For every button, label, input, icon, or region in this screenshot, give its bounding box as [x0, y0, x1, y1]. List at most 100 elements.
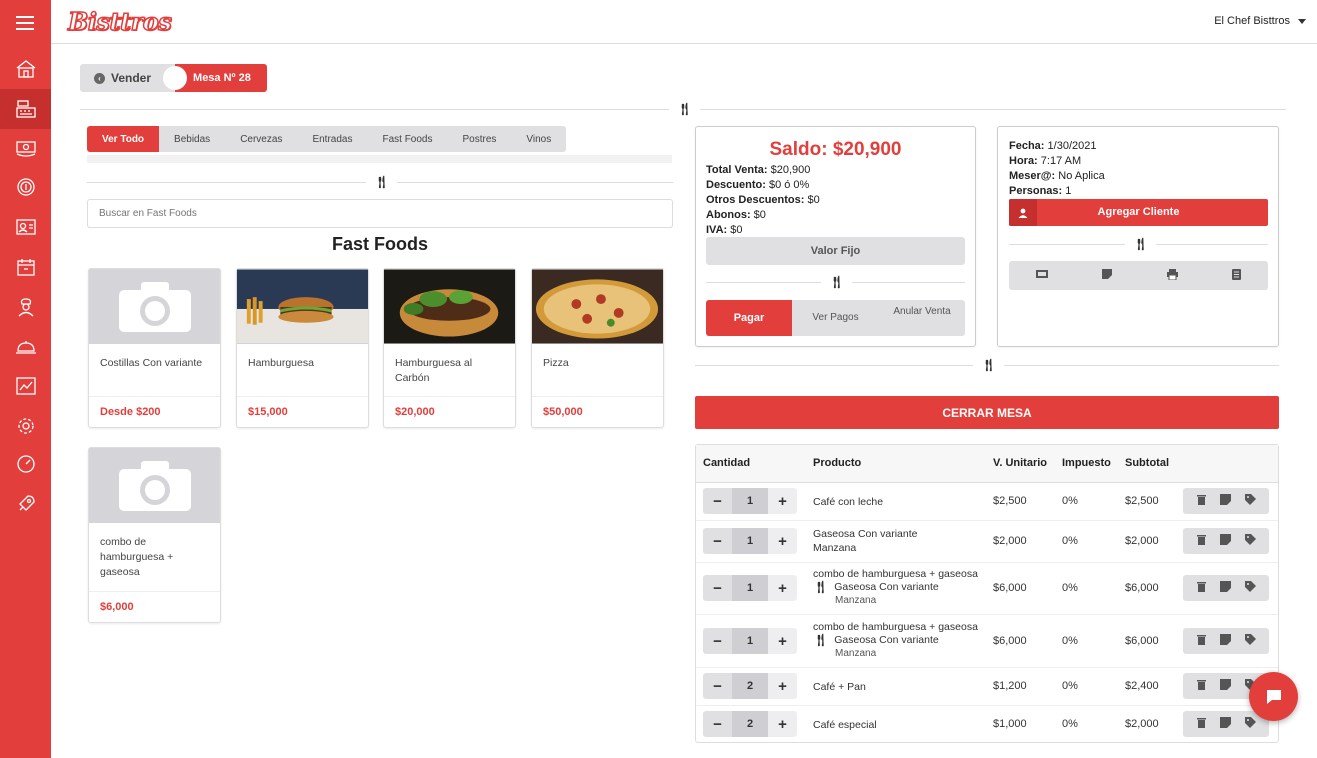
increase-button[interactable]: + [768, 528, 797, 554]
anular-venta-button[interactable]: Anular Venta [879, 300, 965, 336]
fecha-label: Fecha: [1009, 140, 1045, 152]
decrease-button[interactable]: − [703, 575, 732, 601]
quantity-value[interactable]: 1 [732, 575, 768, 601]
decrease-button[interactable]: − [703, 711, 732, 737]
increase-button[interactable]: + [768, 628, 797, 654]
coins-icon[interactable] [0, 167, 51, 207]
sub-item-variant: Manzana [835, 648, 877, 659]
note-icon[interactable] [1220, 494, 1232, 508]
quantity-value[interactable]: 2 [732, 711, 768, 737]
utensils-icon: 🍴︎ [1125, 238, 1157, 250]
valor-fijo-button[interactable]: Valor Fijo [706, 237, 965, 265]
product-card[interactable]: Hamburguesa $15,000 [236, 268, 369, 428]
tab-postres[interactable]: Postres [447, 126, 512, 152]
tab-vinos[interactable]: Vinos [511, 126, 567, 152]
tag-icon[interactable] [1245, 534, 1257, 548]
product-search-input[interactable] [87, 199, 673, 228]
home-icon[interactable] [0, 49, 51, 89]
food-tray-icon[interactable] [0, 327, 51, 367]
speedometer-icon[interactable] [0, 444, 51, 484]
chart-icon[interactable] [0, 366, 51, 406]
trash-icon[interactable] [1196, 581, 1207, 595]
agregar-cliente-button[interactable]: Agregar Cliente [1009, 199, 1268, 226]
quantity-value[interactable]: 1 [732, 628, 768, 654]
tab-ver-todo[interactable]: Ver Todo [87, 126, 160, 152]
pagar-button[interactable]: Pagar [706, 300, 792, 336]
tabs-scrollbar[interactable] [87, 155, 672, 163]
quantity-value[interactable]: 2 [732, 673, 768, 699]
quantity-value[interactable]: 1 [732, 528, 768, 554]
increase-button[interactable]: + [768, 673, 797, 699]
product-card[interactable]: Hamburguesa al Carbón $20,000 [383, 268, 516, 428]
decrease-button[interactable]: − [703, 488, 732, 514]
product-price: $50,000 [543, 406, 583, 418]
note-icon[interactable] [1220, 717, 1232, 731]
document-icon[interactable] [1231, 268, 1241, 283]
utensils-icon: 🍴︎ [813, 633, 829, 647]
mesero-label: Meser@: [1009, 170, 1056, 182]
decrease-button[interactable]: − [703, 673, 732, 699]
rocket-icon[interactable] [0, 484, 51, 524]
user-menu[interactable]: El Chef Bisttros [1214, 15, 1306, 27]
printer-icon[interactable] [1166, 268, 1178, 283]
chat-button[interactable] [1249, 672, 1298, 721]
hamburger-menu-icon[interactable] [16, 16, 34, 34]
tag-icon[interactable] [1245, 634, 1257, 648]
product-name: Hamburguesa [237, 344, 368, 397]
contacts-card-icon[interactable] [0, 207, 51, 247]
gear-icon[interactable] [0, 406, 51, 446]
brand-logo[interactable]: Bisttros [67, 6, 172, 37]
chef-icon[interactable] [0, 287, 51, 327]
note-icon[interactable] [1220, 634, 1232, 648]
table-info: Fecha: 1/30/2021 Hora: 7:17 AM Meser@: N… [998, 127, 1278, 199]
unit-price: $2,500 [993, 495, 1027, 507]
trash-icon[interactable] [1196, 717, 1207, 731]
total-venta-label: Total Venta: [706, 164, 768, 176]
product-card[interactable]: Pizza $50,000 [531, 268, 664, 428]
trash-icon[interactable] [1196, 634, 1207, 648]
decrease-button[interactable]: − [703, 528, 732, 554]
column-header: Subtotal [1125, 457, 1169, 469]
product-name: Café con leche [813, 496, 884, 508]
ver-pagos-button[interactable]: Ver Pagos [792, 300, 879, 336]
trash-icon[interactable] [1196, 534, 1207, 548]
sale-totals: Total Venta: $20,900 Descuento: $0 ó 0% … [696, 161, 975, 238]
money-icon[interactable] [0, 129, 51, 169]
back-to-vender-button[interactable]: ‹ Vender [80, 64, 176, 92]
agregar-cliente-label: Agregar Cliente [1097, 206, 1180, 218]
current-table-badge: Mesa Nº 28 [163, 64, 267, 92]
quantity-value[interactable]: 1 [732, 488, 768, 514]
note-icon[interactable] [1220, 534, 1232, 548]
increase-button[interactable]: + [768, 488, 797, 514]
product-card[interactable]: combo de hamburguesa + gaseosa $6,000 [88, 447, 221, 623]
tag-icon[interactable] [1245, 581, 1257, 595]
note-icon[interactable] [1220, 679, 1232, 693]
utensils-icon: 🍴︎ [366, 176, 398, 188]
cerrar-mesa-button[interactable]: CERRAR MESA [695, 396, 1279, 429]
tab-fast-foods[interactable]: Fast Foods [367, 126, 448, 152]
product-cell: combo de hamburguesa + gaseosa 🍴︎ Gaseosa… [813, 621, 978, 660]
row-actions [1183, 628, 1269, 654]
note-icon[interactable] [1220, 581, 1232, 595]
ticket-icon[interactable] [1036, 269, 1049, 282]
increase-button[interactable]: + [768, 711, 797, 737]
calendar-icon[interactable] [0, 247, 51, 287]
decrease-button[interactable]: − [703, 628, 732, 654]
product-card[interactable]: Costillas Con variante Desde $200 [88, 268, 221, 428]
increase-button[interactable]: + [768, 575, 797, 601]
trash-icon[interactable] [1196, 679, 1207, 693]
product-name: combo de hamburguesa + gaseosa [813, 621, 978, 633]
cash-register-icon[interactable] [0, 89, 51, 129]
product-name: Gaseosa Con variante [813, 528, 918, 540]
otros-descuentos-value: $0 [807, 194, 820, 206]
tag-icon[interactable] [1245, 717, 1257, 731]
table-row: − 1 + Gaseosa Con variante Manzana $2,00… [696, 521, 1278, 563]
trash-icon[interactable] [1196, 494, 1207, 508]
note-icon[interactable] [1102, 269, 1113, 282]
tab-entradas[interactable]: Entradas [297, 126, 368, 152]
tab-bebidas[interactable]: Bebidas [159, 126, 226, 152]
product-name: Hamburguesa al Carbón [384, 344, 515, 397]
tag-icon[interactable] [1245, 494, 1257, 508]
product-price: Desde $200 [100, 406, 161, 418]
tab-cervezas[interactable]: Cervezas [225, 126, 298, 152]
